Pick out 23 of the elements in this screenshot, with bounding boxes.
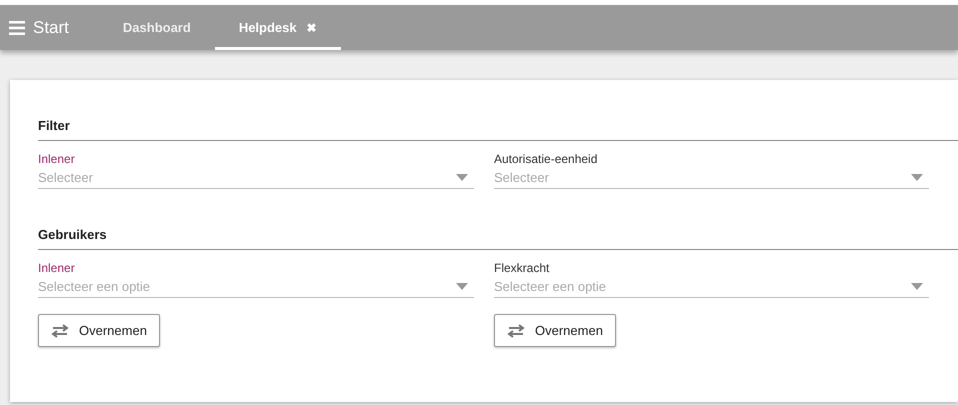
transfer-button[interactable]: Overnemen [494, 314, 616, 347]
swap-arrows-icon [51, 324, 69, 338]
close-icon[interactable]: ✖ [306, 20, 317, 34]
select-field[interactable]: Selecteer een optie [38, 275, 474, 298]
section-title: Gebruikers [38, 227, 958, 250]
section-title: Filter [38, 118, 958, 141]
field-label: Inlener [38, 152, 76, 166]
transfer-button[interactable]: Overnemen [38, 314, 160, 347]
tab[interactable]: Dashboard [98, 5, 215, 50]
caret-icon [911, 174, 923, 180]
select-field[interactable]: Selecteer [494, 166, 929, 189]
menu-icon[interactable] [9, 20, 25, 34]
field-label: Autorisatie-eenheid [494, 152, 598, 166]
app-title: Start [33, 18, 69, 38]
swap-arrows-icon [507, 324, 525, 338]
tab[interactable]: Helpdesk ✖ [214, 5, 341, 50]
field-label: Flexkracht [494, 261, 550, 275]
caret-icon [456, 174, 468, 180]
select-field[interactable]: Selecteer [38, 166, 474, 189]
caret-icon [456, 282, 468, 290]
select-field[interactable]: Selecteer een optie [494, 275, 929, 298]
field-label: Inlener [38, 261, 76, 275]
caret-icon [911, 282, 923, 290]
